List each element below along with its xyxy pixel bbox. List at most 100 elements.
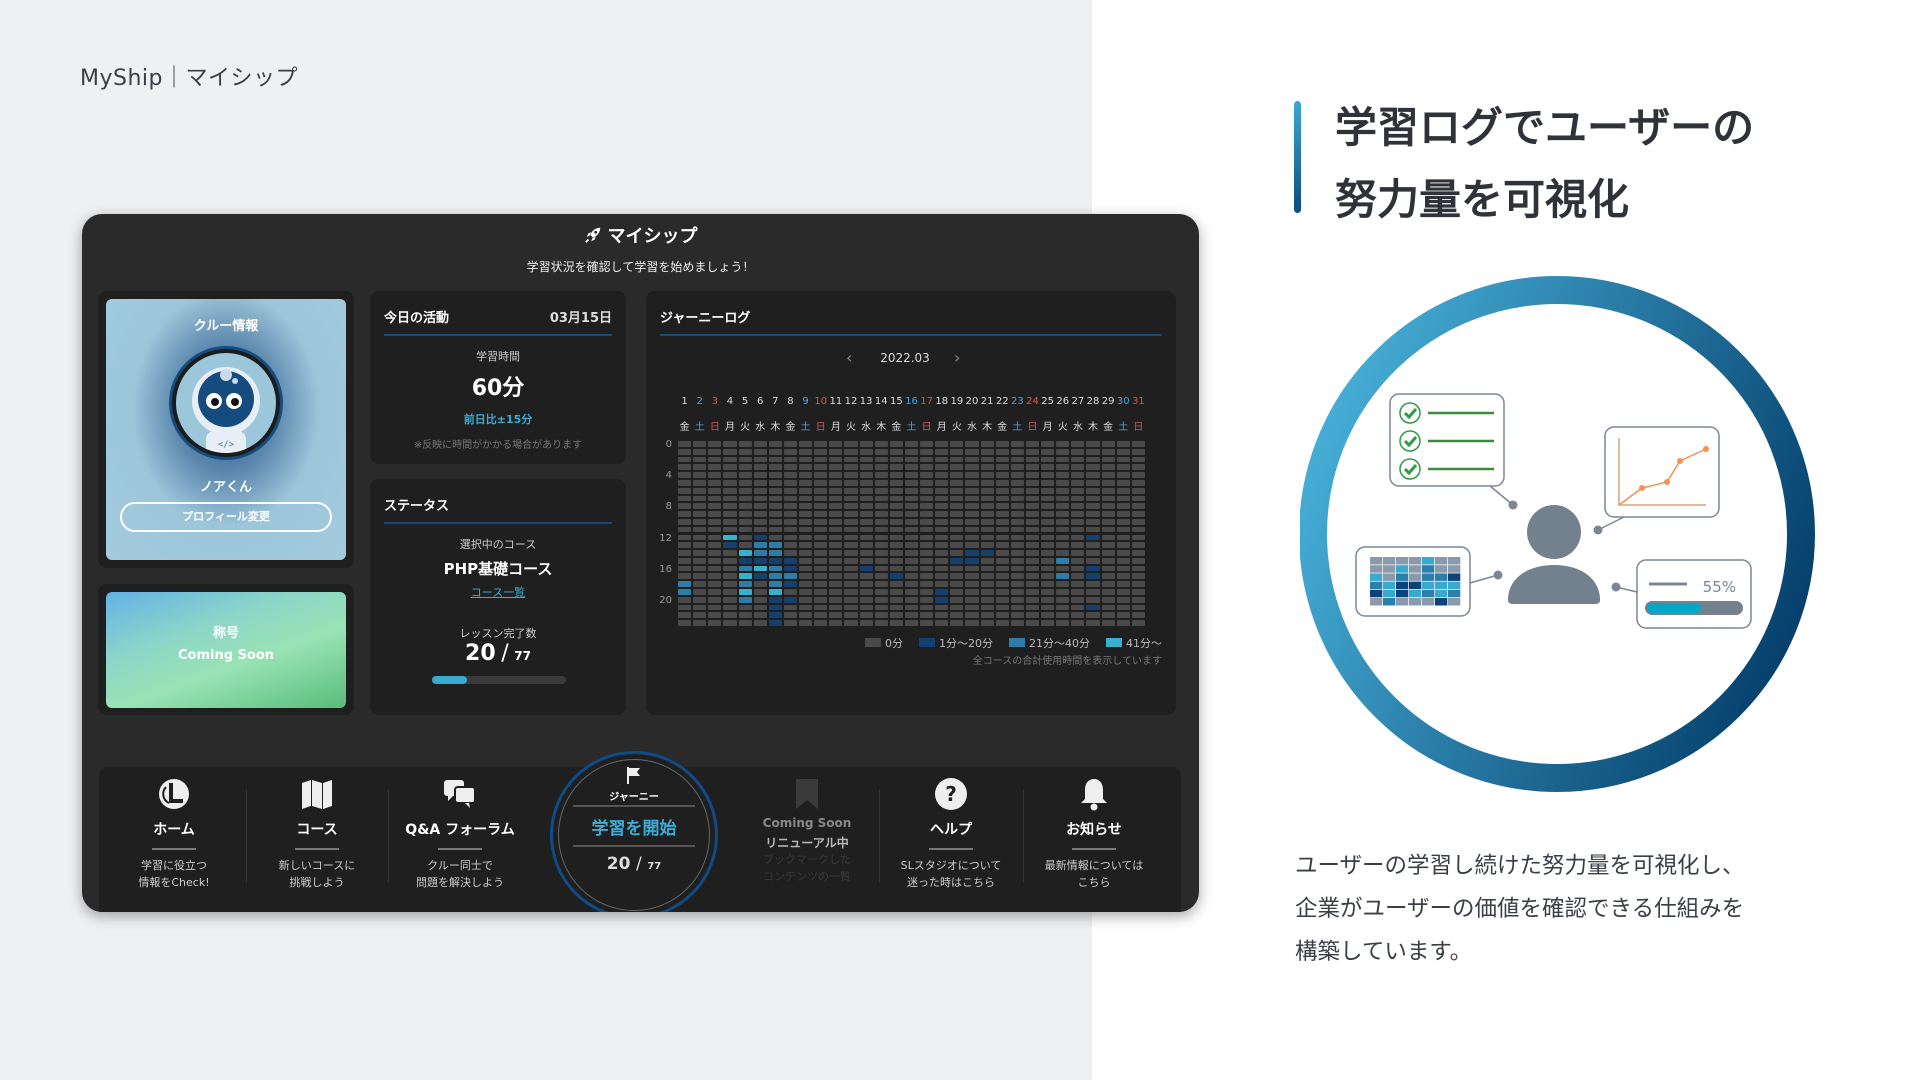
heatmap-cell	[753, 464, 767, 471]
heatmap-cell	[738, 456, 752, 463]
heatmap-cell	[1116, 464, 1130, 471]
course-list-link[interactable]: コース一覧	[471, 586, 525, 599]
heatmap-cell	[1131, 464, 1145, 471]
heatmap-cell	[678, 612, 692, 619]
heatmap-cell	[935, 565, 949, 572]
heatmap-cell	[859, 495, 873, 502]
nav-help-label: ヘルプ	[930, 822, 972, 838]
heatmap-cell	[829, 565, 843, 572]
heatmap-cell	[1086, 487, 1100, 494]
heatmap-cell	[950, 503, 964, 510]
mini-heatmap-cell	[1422, 589, 1435, 598]
heatmap-cell	[1101, 472, 1115, 478]
heatmap-cell	[859, 565, 873, 572]
heatmap-cell	[829, 441, 843, 447]
heatmap-cell	[799, 573, 813, 580]
heatmap-cell	[693, 620, 707, 626]
heatmap-cell	[844, 479, 858, 486]
heatmap-cell	[920, 534, 934, 541]
heatmap-cell	[1071, 581, 1085, 588]
heatmap-cell	[799, 503, 813, 510]
journey-start-button[interactable]: ジャーニー 学習を開始 20 / 77	[550, 751, 718, 912]
heatmap-cell	[1010, 620, 1024, 626]
heatmap-cell	[1071, 472, 1085, 478]
heatmap-cell	[1131, 620, 1145, 626]
legend-item: 0分	[865, 635, 903, 651]
heatmap-cell	[723, 596, 737, 603]
heatmap-cell	[980, 503, 994, 510]
heatmap-cell	[965, 550, 979, 556]
heatmap-cell	[859, 581, 873, 588]
heatmap-cell	[935, 557, 949, 564]
heatmap-cell	[1071, 441, 1085, 447]
divider	[152, 848, 196, 850]
heatmap-cell	[1101, 534, 1115, 541]
body-line: 構築しています。	[1295, 939, 1473, 965]
heatmap-cell	[799, 441, 813, 447]
heatmap-cell	[783, 487, 798, 494]
heatmap-cell	[799, 472, 813, 478]
heatmap-cell	[1056, 542, 1070, 549]
heatmap-cell	[1025, 550, 1040, 556]
nav-help[interactable]: ? ヘルプ SLスタジオについて 迷った時はこちら	[881, 767, 1021, 907]
heatmap-cell	[1041, 495, 1055, 502]
heatmap-cell	[950, 550, 964, 556]
heatmap-cell	[950, 581, 964, 588]
nav-news[interactable]: お知らせ 最新情報については こちら	[1024, 767, 1164, 907]
weekday-label: 金	[1103, 422, 1114, 433]
rank-card: 称号 Coming Soon	[106, 592, 346, 708]
heatmap-cell	[1010, 596, 1024, 603]
heatmap-cell	[995, 557, 1009, 564]
heatmap-cell	[1101, 596, 1115, 603]
crew-avatar[interactable]: </>	[172, 349, 280, 457]
heatmap-cell	[723, 472, 737, 478]
heatmap-cell	[889, 441, 903, 447]
heatmap-cell	[753, 604, 767, 611]
separator	[879, 789, 880, 883]
heatmap-cell	[859, 596, 873, 603]
heatmap-cell	[1056, 604, 1070, 611]
heatmap-cell	[783, 581, 798, 588]
heatmap-cell	[920, 448, 934, 455]
heatmap-cell	[874, 596, 888, 603]
heatmap-cell	[1131, 511, 1145, 517]
heatmap-cell	[1116, 495, 1130, 502]
heatmap-cell	[738, 518, 752, 525]
heatmap-cell	[783, 612, 798, 619]
heatmap-cell	[678, 581, 692, 588]
heatmap-cell	[829, 604, 843, 611]
nav-home[interactable]: ホーム 学習に役立つ 情報をCheck!	[104, 767, 244, 907]
heatmap-cell	[1041, 487, 1055, 494]
heatmap-cell	[723, 550, 737, 556]
lessons-count: 20 / 77	[370, 641, 626, 666]
mini-heatmap-cell	[1422, 557, 1435, 565]
heatmap-cell	[693, 596, 707, 603]
heatmap-cell	[1041, 620, 1055, 626]
heatmap-cell	[753, 620, 767, 626]
weekday-label: 木	[1088, 422, 1099, 433]
weekday-label: 火	[845, 422, 856, 433]
heatmap-cell	[768, 526, 782, 533]
heatmap-cell	[678, 464, 692, 471]
body-line: ユーザーの学習し続けた努力量を可視化し、	[1295, 853, 1745, 879]
heatmap-cell	[1086, 495, 1100, 502]
heatmap-cell	[1041, 573, 1055, 580]
heatmap-cell	[1116, 479, 1130, 486]
selected-course: PHP基礎コース	[443, 560, 553, 578]
profile-edit-button[interactable]: プロフィール変更	[120, 502, 332, 532]
heatmap-cell	[738, 604, 752, 611]
heatmap-cell	[1086, 464, 1100, 471]
nav-qa-forum[interactable]: Q&A フォーラム クルー同士で 問題を解決しよう	[390, 767, 530, 907]
heatmap-cell	[1086, 596, 1100, 603]
heatmap-cell	[1071, 550, 1085, 556]
heatmap-cell	[1131, 479, 1145, 486]
heatmap-cell	[1041, 542, 1055, 549]
heatmap-cell	[753, 534, 767, 541]
heatmap-cell	[1086, 479, 1100, 486]
heatmap-cell	[904, 479, 919, 486]
heatmap-cell	[1131, 503, 1145, 510]
heatmap-cell	[829, 472, 843, 478]
heatmap-cell	[1101, 526, 1115, 533]
heatmap-cell	[859, 503, 873, 510]
nav-course[interactable]: コース 新しいコースに 挑戦しよう	[247, 767, 387, 907]
